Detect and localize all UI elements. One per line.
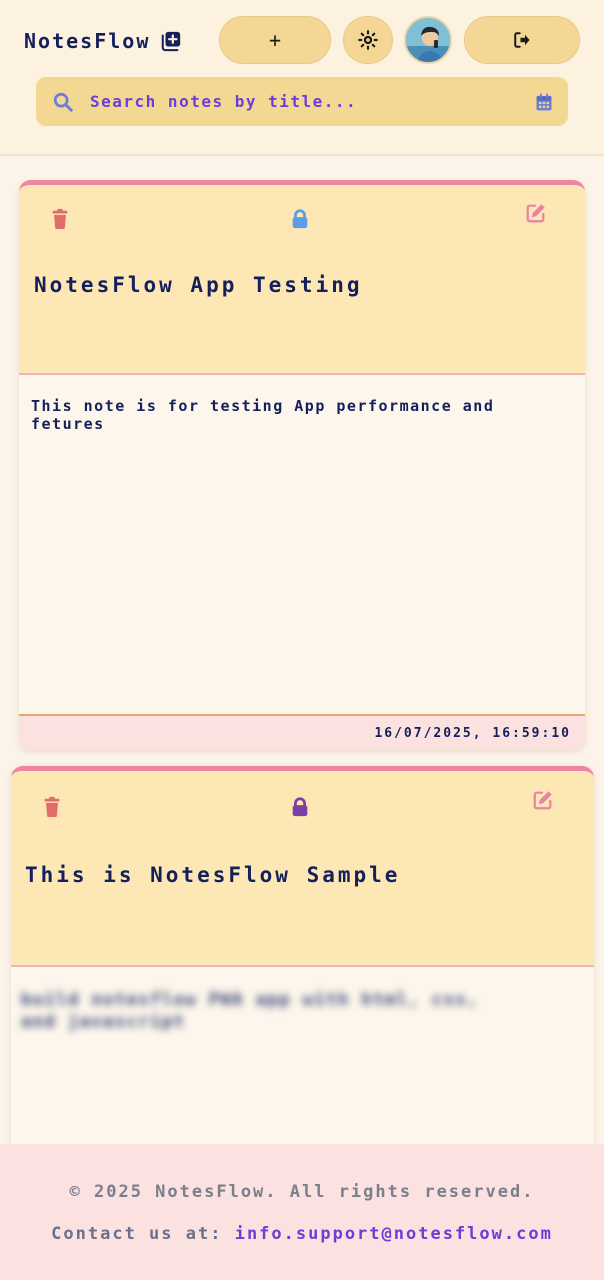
user-avatar[interactable] [404,16,452,64]
add-label: + [268,28,282,52]
theme-toggle-button[interactable] [343,16,393,64]
contact-prefix: Contact us at: [51,1224,235,1244]
edit-icon[interactable] [532,789,554,811]
note-title: NotesFlow App Testing [34,273,363,297]
app-header: NotesFlow + [0,0,604,156]
trash-icon[interactable] [41,796,63,818]
search-input[interactable] [90,92,534,111]
search-icon [53,92,73,112]
logout-button[interactable] [464,16,580,64]
note-body: build notesflow PWA app with html, css, … [21,990,479,1032]
logout-icon [514,32,530,48]
sun-icon [358,30,378,50]
lock-icon[interactable] [289,796,311,818]
search-bar [36,77,568,126]
note-timestamp: 16/07/2025, 16:59:10 [374,725,571,741]
add-note-button[interactable]: + [219,16,331,64]
note-header: NotesFlow App Testing [19,185,585,375]
lock-icon[interactable] [289,208,311,230]
note-title: This is NotesFlow Sample [25,863,401,887]
note-card[interactable]: This is NotesFlow Sample build notesflow… [11,766,594,1186]
contact-email-link[interactable]: info.support@notesflow.com [235,1224,553,1244]
avatar-illustration [406,18,450,62]
note-header: This is NotesFlow Sample [11,771,594,967]
note-card[interactable]: NotesFlow App Testing This note is for t… [19,180,585,750]
page-footer: © 2025 NotesFlow. All rights reserved. C… [0,1144,604,1280]
note-body: This note is for testing App performance… [31,397,495,433]
brand-name: NotesFlow [24,29,151,53]
contact-line: Contact us at: info.support@notesflow.co… [0,1224,604,1244]
add-note-icon[interactable] [160,30,182,52]
copyright-text: © 2025 NotesFlow. All rights reserved. [69,1182,535,1202]
edit-icon[interactable] [525,202,547,224]
trash-icon[interactable] [49,208,71,230]
calendar-icon[interactable] [534,92,554,112]
note-footer: 16/07/2025, 16:59:10 [19,714,585,750]
brand: NotesFlow [24,27,182,55]
